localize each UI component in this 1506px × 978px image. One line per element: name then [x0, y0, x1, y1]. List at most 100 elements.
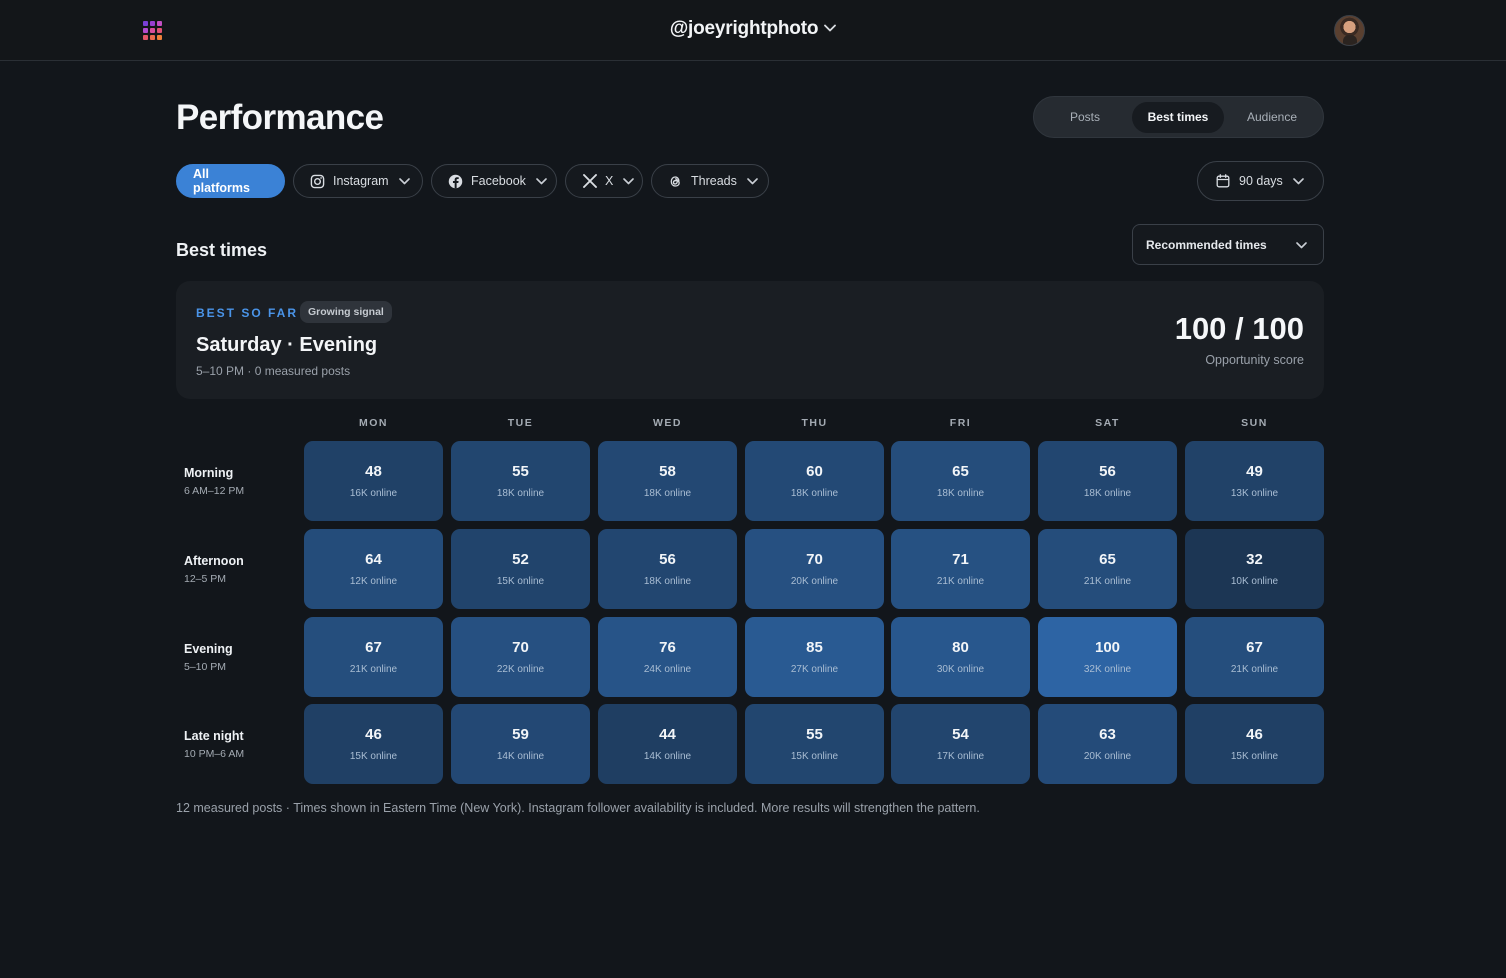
chevron-down-icon [623, 177, 635, 185]
best-so-far-label: BEST SO FAR [196, 306, 299, 320]
x-label: X [605, 174, 614, 188]
heatmap-cell[interactable]: 59 14K online [451, 704, 590, 784]
cell-score: 80 [952, 639, 969, 656]
cell-online: 14K online [496, 751, 545, 762]
heatmap-cell[interactable]: 56 18K online [1038, 441, 1177, 521]
heatmap-cell[interactable]: 56 18K online [598, 529, 737, 609]
heatmap-cell[interactable]: 60 18K online [745, 441, 884, 521]
cell-score: 65 [952, 463, 969, 480]
heatmap-cell[interactable]: 63 20K online [1038, 704, 1177, 784]
cell-online: 18K online [643, 576, 692, 587]
cell-score: 46 [365, 726, 382, 743]
cell-online: 16K online [349, 488, 398, 499]
facebook-filter[interactable]: Facebook [431, 164, 557, 198]
cell-online: 12K online [349, 576, 398, 587]
tab-audience[interactable]: Audience [1226, 102, 1318, 133]
heatmap-cell[interactable]: 32 10K online [1185, 529, 1324, 609]
row-time-range: 12–5 PM [184, 573, 227, 585]
cell-online: 20K online [790, 576, 839, 587]
heatmap-cell[interactable]: 44 14K online [598, 704, 737, 784]
heatmap-cell[interactable]: 46 15K online [1185, 704, 1324, 784]
heatmap-cell[interactable]: 70 22K online [451, 617, 590, 697]
opportunity-score-label: Opportunity score [1205, 353, 1304, 367]
all-platforms-filter[interactable]: All platforms [176, 164, 285, 198]
cell-online: 32K online [1083, 664, 1132, 675]
heatmap-cell[interactable]: 100 32K online [1038, 617, 1177, 697]
cell-online: 21K online [936, 576, 985, 587]
all-platforms-label: All platforms [193, 167, 250, 195]
cell-score: 54 [952, 726, 969, 743]
cell-online: 15K online [496, 576, 545, 587]
view-tabs: Posts Best times Audience [1033, 96, 1324, 138]
cell-score: 58 [659, 463, 676, 480]
heatmap-cell[interactable]: 76 24K online [598, 617, 737, 697]
day-header-sun: SUN [1241, 417, 1268, 429]
cell-online: 27K online [790, 664, 839, 675]
cell-online: 18K online [643, 488, 692, 499]
cell-score: 60 [806, 463, 823, 480]
threads-filter[interactable]: Threads [651, 164, 769, 198]
heatmap-cell[interactable]: 65 18K online [891, 441, 1030, 521]
cell-online: 21K online [1230, 664, 1279, 675]
cell-online: 18K online [790, 488, 839, 499]
tab-posts[interactable]: Posts [1039, 102, 1131, 133]
heatmap-cell[interactable]: 55 15K online [745, 704, 884, 784]
cell-score: 67 [1246, 639, 1263, 656]
cell-score: 70 [806, 551, 823, 568]
cell-score: 56 [1099, 463, 1116, 480]
heatmap-cell[interactable]: 71 21K online [891, 529, 1030, 609]
recommended-times-select[interactable]: Recommended times [1132, 224, 1324, 265]
row-time-range: 6 AM–12 PM [184, 485, 245, 497]
x-icon [582, 174, 597, 189]
date-range-select[interactable]: 90 days [1197, 161, 1324, 201]
cell-online: 18K online [496, 488, 545, 499]
cell-score: 52 [512, 551, 529, 568]
heatmap-cell[interactable]: 85 27K online [745, 617, 884, 697]
cell-score: 63 [1099, 726, 1116, 743]
heatmap-cell[interactable]: 65 21K online [1038, 529, 1177, 609]
heatmap-cell[interactable]: 48 16K online [304, 441, 443, 521]
heatmap-cell[interactable]: 46 15K online [304, 704, 443, 784]
heatmap-cell[interactable]: 52 15K online [451, 529, 590, 609]
cell-score: 48 [365, 463, 382, 480]
row-time-range: 5–10 PM [184, 661, 227, 673]
best-slot: Saturday · Evening [196, 334, 378, 356]
cell-online: 17K online [936, 751, 985, 762]
row-name: Late night [184, 729, 244, 743]
cell-score: 71 [952, 551, 969, 568]
heatmap-cell[interactable]: 54 17K online [891, 704, 1030, 784]
heatmap-cell[interactable]: 55 18K online [451, 441, 590, 521]
cell-online: 21K online [1083, 576, 1132, 587]
chevron-down-icon [747, 177, 758, 185]
row-label: Late night 10 PM–6 AM [184, 729, 244, 760]
instagram-filter[interactable]: Instagram [293, 164, 423, 198]
signal-badge: Growing signal [300, 301, 392, 323]
x-filter[interactable]: X [565, 164, 643, 198]
day-header-thu: THU [801, 417, 828, 429]
avatar[interactable] [1334, 15, 1365, 46]
facebook-icon [448, 174, 463, 189]
cell-online: 13K online [1230, 488, 1279, 499]
heatmap-cell[interactable]: 67 21K online [1185, 617, 1324, 697]
tab-best-times[interactable]: Best times [1132, 102, 1224, 133]
row-time-range: 10 PM–6 AM [184, 748, 245, 760]
footnote: 12 measured posts · Times shown in Easte… [176, 801, 980, 815]
heatmap-cell[interactable]: 80 30K online [891, 617, 1030, 697]
heatmap-cell[interactable]: 70 20K online [745, 529, 884, 609]
cell-score: 46 [1246, 726, 1263, 743]
opportunity-score: 100 / 100 [1174, 311, 1304, 346]
heatmap-cell[interactable]: 49 13K online [1185, 441, 1324, 521]
account-name: @joeyrightphoto [669, 18, 819, 40]
cell-online: 24K online [643, 664, 692, 675]
heatmap-cell[interactable]: 64 12K online [304, 529, 443, 609]
top-bar: @joeyrightphoto [0, 0, 1506, 61]
cell-online: 15K online [790, 751, 839, 762]
threads-icon [668, 174, 683, 189]
instagram-label: Instagram [333, 174, 389, 188]
cell-score: 65 [1099, 551, 1116, 568]
account-switcher[interactable]: @joeyrightphoto [0, 18, 1506, 40]
cell-online: 20K online [1083, 751, 1132, 762]
heatmap-cell[interactable]: 67 21K online [304, 617, 443, 697]
threads-label: Threads [691, 174, 737, 188]
heatmap-cell[interactable]: 58 18K online [598, 441, 737, 521]
